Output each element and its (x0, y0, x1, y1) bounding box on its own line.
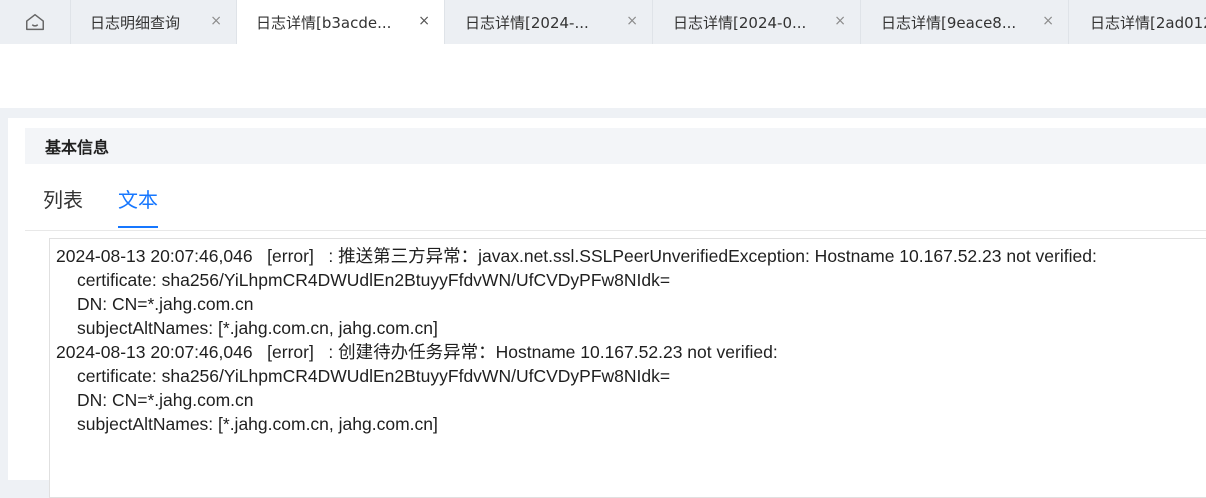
close-icon[interactable]: × (626, 12, 638, 30)
view-tabs: 列表 文本 (25, 170, 1206, 231)
tab-text[interactable]: 文本 (118, 184, 158, 228)
tab-label: 日志详情[b3acde... (256, 13, 392, 32)
home-icon (26, 13, 44, 31)
log-line: subjectAltNames: [*.jahg.com.cn, jahg.co… (77, 318, 438, 338)
tab-label: 日志详情[9eace8... (881, 13, 1017, 32)
log-line: subjectAltNames: [*.jahg.com.cn, jahg.co… (77, 414, 438, 434)
tab-log-query[interactable]: 日志明细查询 × (71, 0, 237, 44)
tab-log-detail-2024-b[interactable]: 日志详情[2024-0... × (653, 0, 861, 44)
section-header: 基本信息 (25, 128, 1206, 164)
tab-log-detail-2024-a[interactable]: 日志详情[2024-... × (445, 0, 653, 44)
log-line: 2024-08-13 20:07:46,046 [error] : 推送第三方异… (56, 246, 1097, 266)
tab-label: 日志详情[2ad012 (1090, 13, 1206, 32)
tab-log-detail-b3acde[interactable]: 日志详情[b3acde... × (237, 0, 445, 44)
close-icon[interactable]: × (1042, 12, 1054, 30)
log-line: certificate: sha256/YiLhpmCR4DWUdlEn2Btu… (77, 270, 671, 290)
log-line: DN: CN=*.jahg.com.cn (77, 294, 254, 314)
close-icon[interactable]: × (418, 12, 430, 30)
section-title: 基本信息 (45, 138, 110, 157)
tab-label: 日志明细查询 (90, 13, 181, 32)
content-panel: 基本信息 列表 文本 2024-08-13 20:07:46,046 [erro… (8, 118, 1206, 498)
tab-list[interactable]: 列表 (43, 184, 83, 228)
toolbar-area (0, 44, 1206, 108)
log-line: DN: CN=*.jahg.com.cn (77, 390, 254, 410)
tab-label: 日志详情[2024-... (465, 13, 589, 32)
close-icon[interactable]: × (834, 12, 846, 30)
log-text-area[interactable]: 2024-08-13 20:07:46,046 [error] : 推送第三方异… (49, 238, 1206, 498)
tab-log-detail-9eace8[interactable]: 日志详情[9eace8... × (861, 0, 1069, 44)
home-tab[interactable] (0, 0, 71, 44)
log-line: certificate: sha256/YiLhpmCR4DWUdlEn2Btu… (77, 366, 671, 386)
tab-label: 日志详情[2024-0... (673, 13, 807, 32)
tab-log-detail-2ad012[interactable]: 日志详情[2ad012 (1069, 0, 1206, 44)
tab-bar: 日志明细查询 × 日志详情[b3acde... × 日志详情[2024-... … (0, 0, 1206, 44)
log-line: 2024-08-13 20:07:46,046 [error] : 创建待办任务… (56, 342, 778, 362)
close-icon[interactable]: × (210, 12, 222, 30)
